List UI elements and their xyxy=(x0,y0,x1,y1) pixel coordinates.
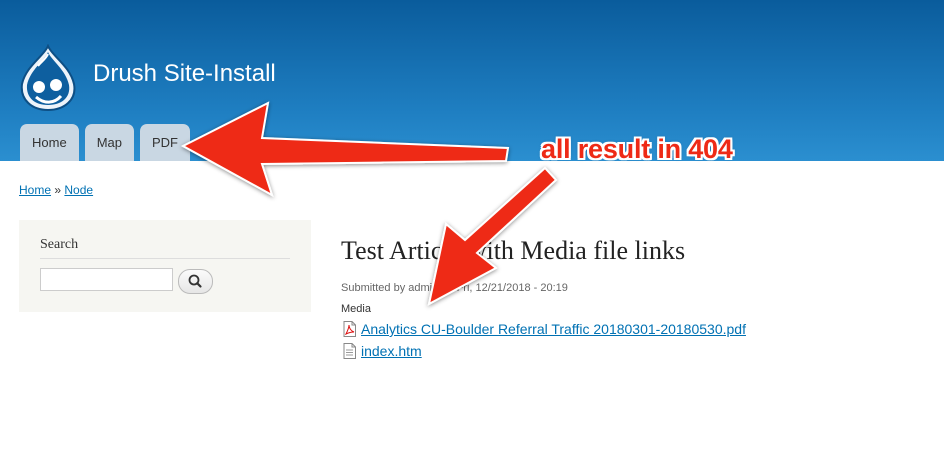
annotation-text: all result in 404 xyxy=(541,134,733,164)
annotation-arrows xyxy=(180,101,558,306)
arrow-to-file-link xyxy=(427,166,558,306)
arrow-to-tabs xyxy=(180,101,510,198)
